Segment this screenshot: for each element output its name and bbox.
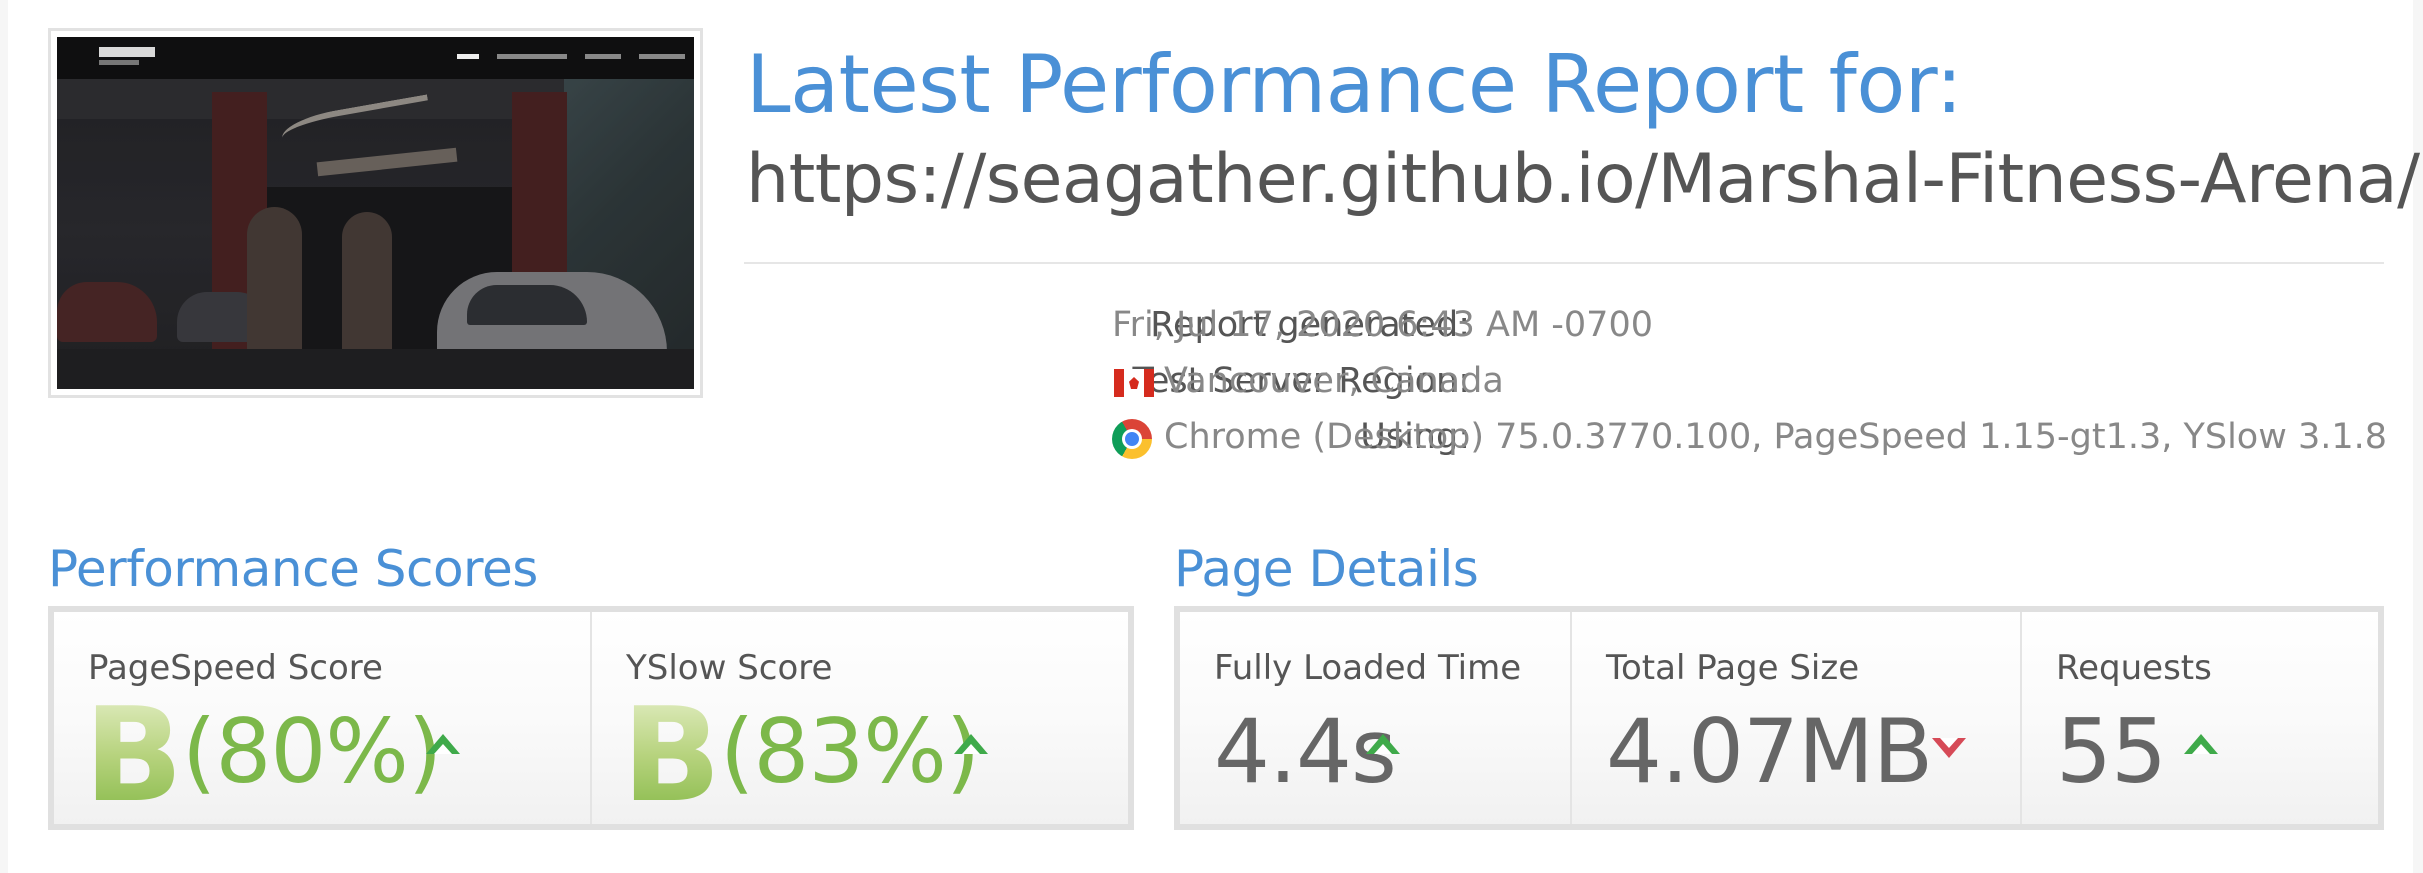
total-page-size-card[interactable]: Total Page Size 4.07MB xyxy=(1570,612,2020,824)
header-divider xyxy=(744,262,2384,264)
report-page: Latest Performance Report for: https://s… xyxy=(8,0,2420,873)
thumb-navbar xyxy=(57,37,694,79)
trend-up-icon xyxy=(954,734,988,756)
report-url[interactable]: https://seagather.github.io/Marshal-Fitn… xyxy=(746,140,2420,219)
performance-scores-heading: Performance Scores xyxy=(48,540,538,598)
browser-row: Using: Chrome (Desktop) 75.0.3770.100, P… xyxy=(744,417,2388,461)
page-details-panel: Fully Loaded Time 4.4s Total Page Size 4… xyxy=(1174,606,2384,830)
report-generated-row: Report generated: Fri, Jul 17, 2020 6:43… xyxy=(744,305,2384,349)
server-region-row: Test Server Region: Vancouver, Canada xyxy=(744,361,2384,405)
canada-flag-icon xyxy=(1114,369,1154,397)
trend-up-icon xyxy=(426,734,460,756)
browser-value: Chrome (Desktop) 75.0.3770.100, PageSpee… xyxy=(1164,417,2388,457)
performance-scores-panel: PageSpeed Score B (80%) YSlow Score B (8… xyxy=(48,606,1134,830)
requests-card[interactable]: Requests 55 xyxy=(2020,612,2378,824)
server-region-value: Vancouver, Canada xyxy=(1164,361,1504,401)
total-page-size-label: Total Page Size xyxy=(1606,648,1860,688)
chrome-icon xyxy=(1112,419,1152,459)
yslow-percent: (83%) xyxy=(720,700,980,803)
requests-value: 55 xyxy=(2056,700,2167,803)
site-screenshot-thumbnail[interactable] xyxy=(48,28,703,398)
pagespeed-percent: (80%) xyxy=(182,700,442,803)
trend-up-icon xyxy=(1366,734,1400,756)
trend-up-icon xyxy=(2184,734,2218,756)
total-page-size-value: 4.07MB xyxy=(1606,700,1933,803)
requests-label: Requests xyxy=(2056,648,2212,688)
thumb-logo xyxy=(99,47,155,67)
pagespeed-grade: B xyxy=(84,679,184,831)
report-title: Latest Performance Report for: xyxy=(746,38,1963,131)
site-screenshot-image xyxy=(57,37,694,389)
fully-loaded-time-card[interactable]: Fully Loaded Time 4.4s xyxy=(1180,612,1570,824)
page-details-heading: Page Details xyxy=(1174,540,1479,598)
yslow-grade: B xyxy=(622,679,722,831)
yslow-score-card[interactable]: YSlow Score B (83%) xyxy=(590,612,1128,824)
pagespeed-score-card[interactable]: PageSpeed Score B (80%) xyxy=(54,612,590,824)
trend-down-icon xyxy=(1932,738,1966,760)
report-generated-value: Fri, Jul 17, 2020 6:43 AM -0700 xyxy=(1112,305,1653,345)
fully-loaded-time-label: Fully Loaded Time xyxy=(1214,648,1522,688)
